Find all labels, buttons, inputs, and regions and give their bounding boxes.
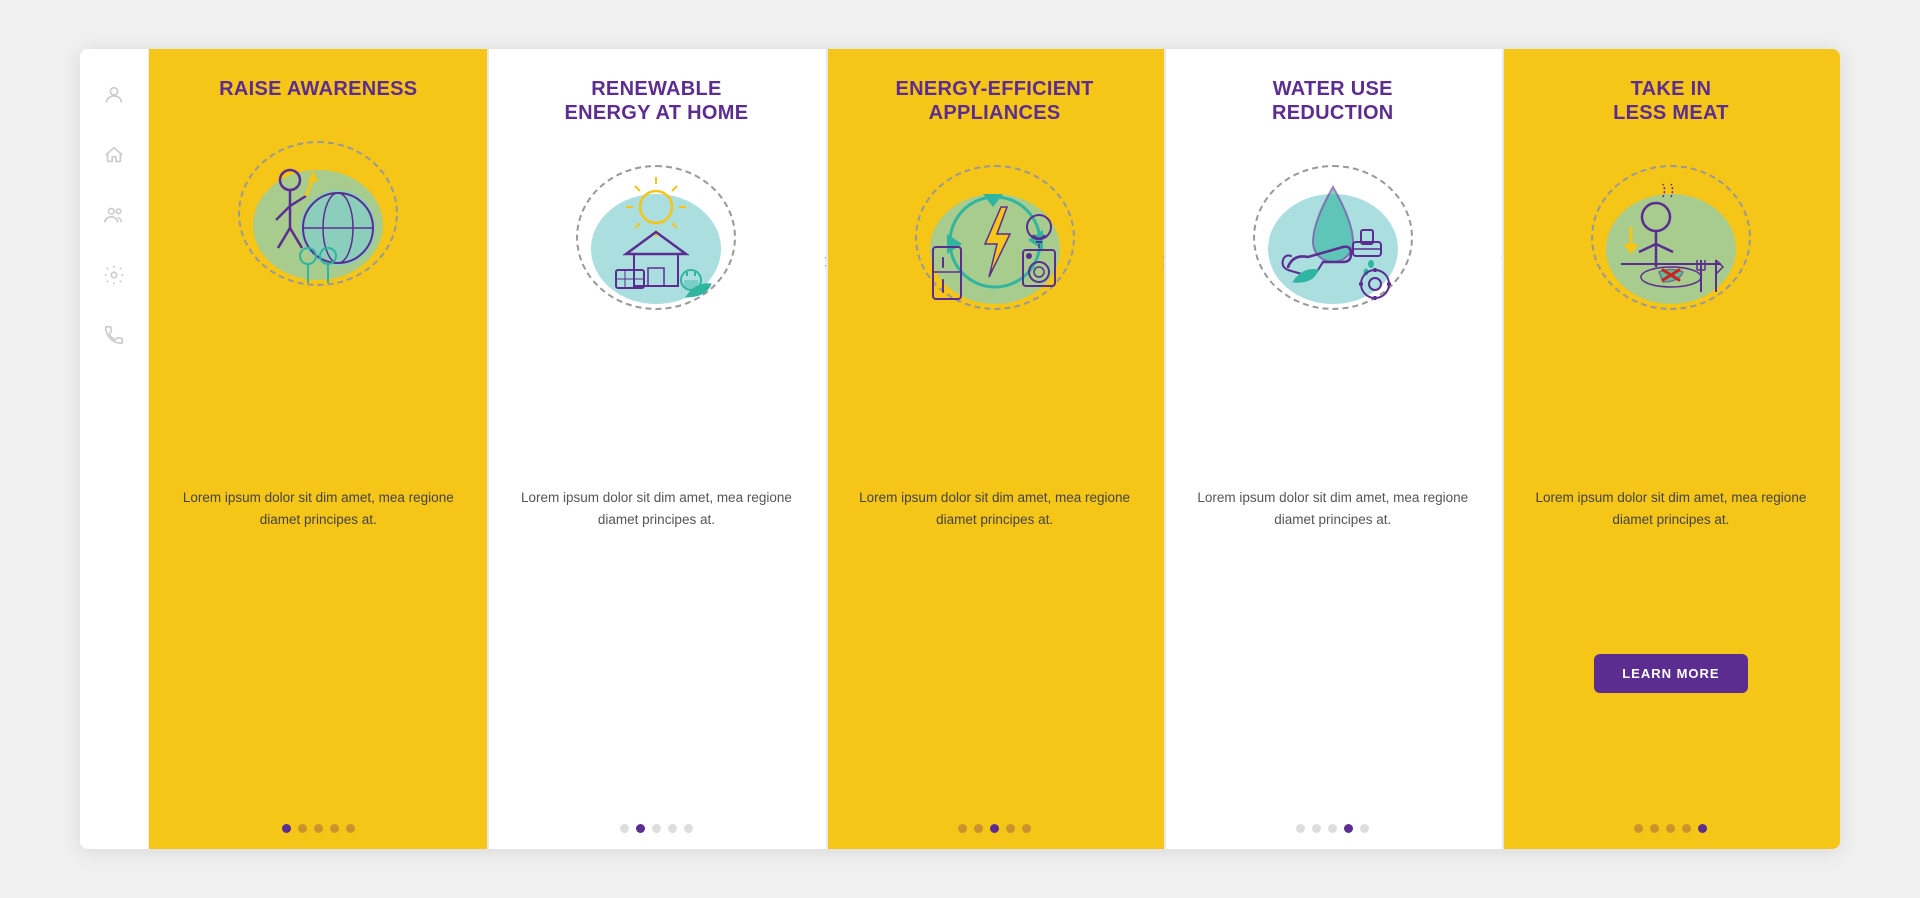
card-4-title: WATER USEREDUCTION [1272, 77, 1394, 125]
card-5-title: TAKE INLESS MEAT [1613, 77, 1729, 125]
card-renewable-energy: RENEWABLEENERGY AT HOME [487, 49, 825, 849]
dot-5-4[interactable] [1682, 824, 1691, 833]
dot-3-3[interactable] [990, 824, 999, 833]
learn-more-button[interactable]: LEARN MORE [1594, 654, 1747, 693]
dot-4-4[interactable] [1344, 824, 1353, 833]
chevron-3: » [1162, 249, 1163, 273]
card-5-desc: Lorem ipsum dolor sit dim amet, mea regi… [1522, 487, 1820, 532]
card-3-dots [958, 824, 1031, 833]
card-3-upper: ENERGY-EFFICIENTAPPLIANCES [826, 49, 1164, 469]
sidebar [80, 49, 149, 849]
dot-2-5[interactable] [684, 824, 693, 833]
dot-3-4[interactable] [1006, 824, 1015, 833]
card-2-desc: Lorem ipsum dolor sit dim amet, mea regi… [507, 487, 805, 532]
card-3-desc: Lorem ipsum dolor sit dim amet, mea regi… [846, 487, 1144, 532]
dot-5-1[interactable] [1634, 824, 1643, 833]
dot-5-5[interactable] [1698, 824, 1707, 833]
card-1-dots [282, 824, 355, 833]
card-3-illustration [905, 137, 1085, 312]
chevron-1: » [486, 249, 487, 273]
chevron-4: » [1500, 249, 1501, 273]
main-container: RAISE AWARENESS [80, 49, 1840, 849]
card-4-dots [1296, 824, 1369, 833]
awareness-icon [248, 148, 388, 288]
card-5-upper: TAKE INLESS MEAT [1502, 49, 1840, 469]
card-water-reduction: WATER USEREDUCTION [1164, 49, 1502, 849]
card-less-meat: TAKE INLESS MEAT [1502, 49, 1840, 849]
dot-4-1[interactable] [1296, 824, 1305, 833]
phone-icon[interactable] [98, 319, 130, 351]
chevron-2: » [824, 249, 825, 273]
dot-3-2[interactable] [974, 824, 983, 833]
appliances-icon [925, 172, 1065, 312]
dot-2-1[interactable] [620, 824, 629, 833]
card-2-lower: Lorem ipsum dolor sit dim amet, mea regi… [487, 469, 825, 849]
card-2-illustration [566, 137, 746, 312]
dot-1-1[interactable] [282, 824, 291, 833]
card-1-lower: Lorem ipsum dolor sit dim amet, mea regi… [149, 469, 487, 849]
dot-4-2[interactable] [1312, 824, 1321, 833]
card-5-illustration [1581, 137, 1761, 312]
card-5-dots [1634, 824, 1707, 833]
user-icon[interactable] [98, 79, 130, 111]
card-3-lower: Lorem ipsum dolor sit dim amet, mea regi… [826, 469, 1164, 849]
card-raise-awareness: RAISE AWARENESS [149, 49, 487, 849]
meat-icon [1601, 172, 1741, 312]
card-1-upper: RAISE AWARENESS [149, 49, 487, 469]
card-4-desc: Lorem ipsum dolor sit dim amet, mea regi… [1184, 487, 1482, 532]
dot-4-3[interactable] [1328, 824, 1337, 833]
dot-1-2[interactable] [298, 824, 307, 833]
card-2-upper: RENEWABLEENERGY AT HOME [487, 49, 825, 469]
dot-1-3[interactable] [314, 824, 323, 833]
settings-icon[interactable] [98, 259, 130, 291]
card-4-upper: WATER USEREDUCTION [1164, 49, 1502, 469]
home-icon[interactable] [98, 139, 130, 171]
water-icon [1263, 172, 1403, 312]
dot-5-2[interactable] [1650, 824, 1659, 833]
dot-2-2[interactable] [636, 824, 645, 833]
card-1-illustration [228, 113, 408, 288]
card-4-illustration [1243, 137, 1423, 312]
dot-2-3[interactable] [652, 824, 661, 833]
dot-4-5[interactable] [1360, 824, 1369, 833]
card-2-title: RENEWABLEENERGY AT HOME [565, 77, 749, 125]
dot-5-3[interactable] [1666, 824, 1675, 833]
card-energy-appliances: ENERGY-EFFICIENTAPPLIANCES [826, 49, 1164, 849]
dot-2-4[interactable] [668, 824, 677, 833]
people-icon[interactable] [98, 199, 130, 231]
card-4-lower: Lorem ipsum dolor sit dim amet, mea regi… [1164, 469, 1502, 849]
dot-3-5[interactable] [1022, 824, 1031, 833]
card-2-dots [620, 824, 693, 833]
dot-1-4[interactable] [330, 824, 339, 833]
solar-icon [586, 172, 726, 312]
card-1-desc: Lorem ipsum dolor sit dim amet, mea regi… [169, 487, 467, 532]
card-1-title: RAISE AWARENESS [219, 77, 417, 101]
cards-container: RAISE AWARENESS [149, 49, 1840, 849]
card-5-lower: Lorem ipsum dolor sit dim amet, mea regi… [1502, 469, 1840, 849]
card-3-title: ENERGY-EFFICIENTAPPLIANCES [896, 77, 1094, 125]
dot-1-5[interactable] [346, 824, 355, 833]
dot-3-1[interactable] [958, 824, 967, 833]
